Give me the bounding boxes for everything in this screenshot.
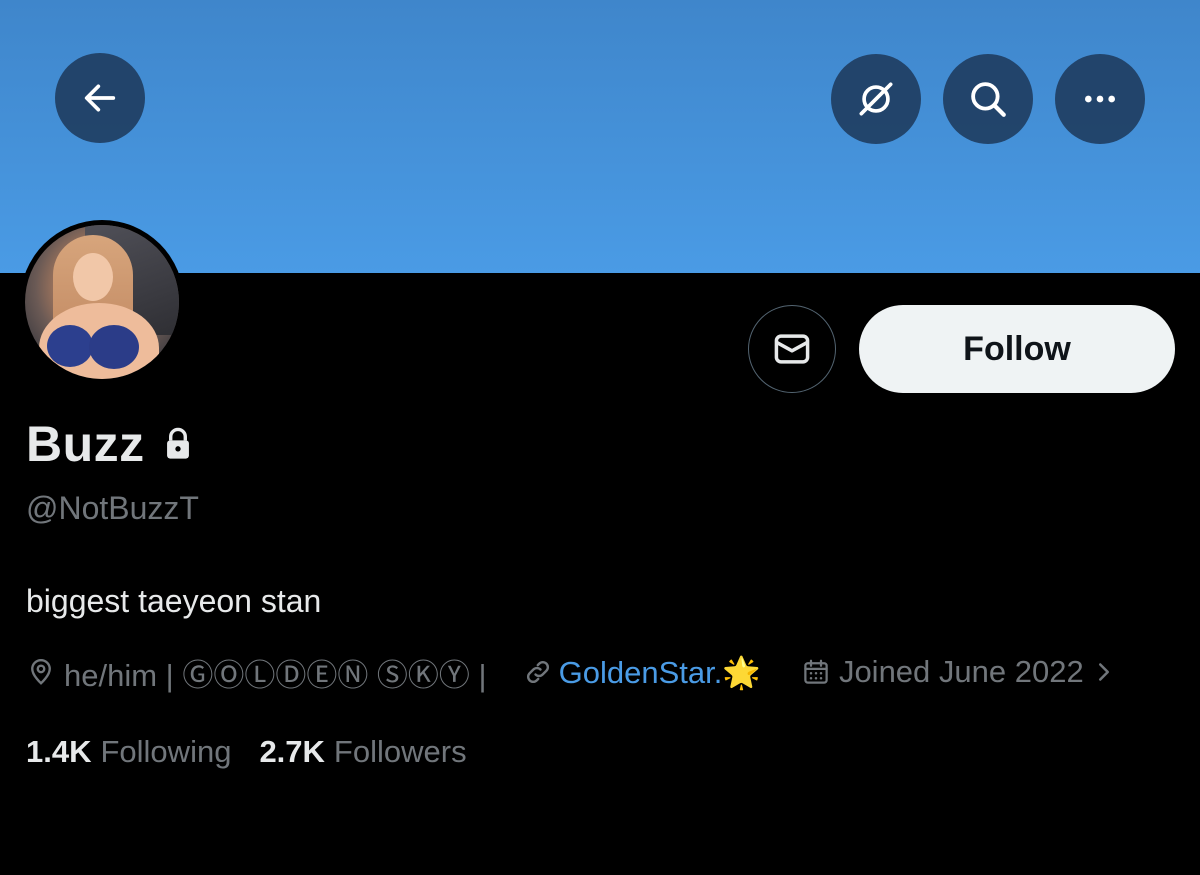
lock-icon [163,427,193,466]
chevron-right-icon [1098,663,1109,681]
followers-label: Followers [333,734,467,769]
grok-button[interactable] [831,54,921,144]
mail-icon [774,334,810,364]
profile-website[interactable]: GoldenStar.🌟 [523,654,761,691]
avatar[interactable] [20,220,184,384]
profile-handle: @NotBuzzT [26,490,199,526]
grok-icon [859,82,893,116]
profile-stats: 1.4K Following 2.7K Followers [26,734,467,770]
profile-joined[interactable]: Joined June 2022 [801,654,1114,690]
joined-text: Joined June 2022 [838,654,1084,689]
link-icon [526,660,549,684]
search-icon [971,82,1006,117]
location-pin-icon [31,658,51,685]
display-name: Buzz [26,416,145,472]
following-count: 1.4K [26,734,92,769]
profile-bio: biggest taeyeon stan [26,583,322,619]
website-link[interactable]: GoldenStar.🌟 [559,654,761,691]
follow-button[interactable]: Follow [859,305,1175,393]
search-button[interactable] [943,54,1033,144]
message-button[interactable] [748,305,836,393]
following-label: Following [100,734,232,769]
following-stat[interactable]: 1.4K Following [26,734,231,770]
profile-location: he/him | ⒼⓄⓁⒹⒺⓃ ⓈⓀⓎ | [26,650,487,695]
more-button[interactable] [1055,54,1145,144]
profile-meta: he/him | ⒼⓄⓁⒹⒺⓃ ⓈⓀⓎ | GoldenStar.🌟 Joine… [26,650,1114,695]
followers-count: 2.7K [259,734,325,769]
location-text: he/him | ⒼⓄⓁⒹⒺⓃ ⓈⓀⓎ | [64,657,487,693]
avatar-photo [25,225,179,379]
followers-stat[interactable]: 2.7K Followers [259,734,466,770]
back-button[interactable] [55,53,145,143]
arrow-left-icon [84,84,116,112]
calendar-icon [804,659,828,684]
more-horizontal-icon [1085,95,1115,103]
profile-banner[interactable] [0,0,1200,273]
profile-name-row: Buzz [26,415,193,473]
